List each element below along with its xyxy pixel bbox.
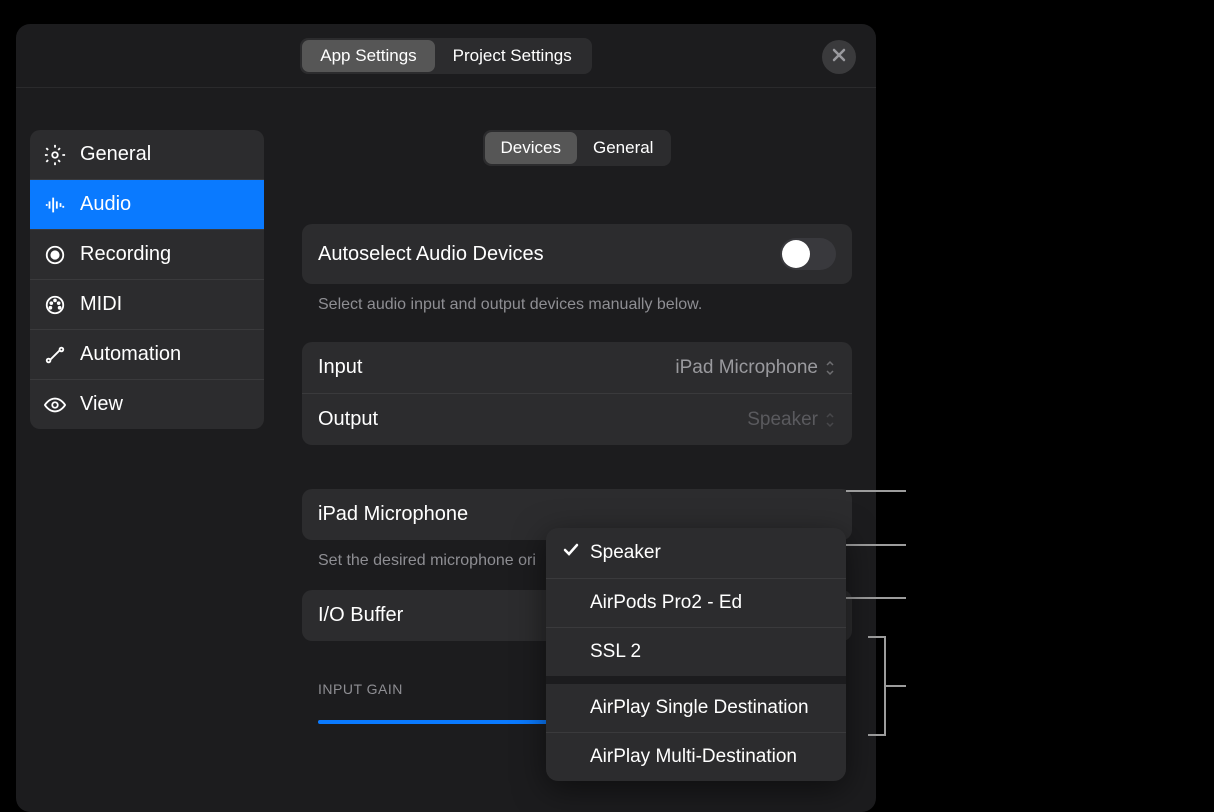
check-icon: [562, 541, 580, 565]
autoselect-label: Autoselect Audio Devices: [318, 243, 544, 266]
chevron-up-down-icon: [824, 359, 836, 377]
close-icon: [831, 47, 847, 68]
close-button[interactable]: [822, 40, 856, 74]
modal-header: App Settings Project Settings: [16, 24, 876, 88]
output-value: Speaker: [747, 409, 836, 431]
output-label: Output: [318, 408, 378, 431]
buffer-label: I/O Buffer: [318, 604, 403, 627]
record-icon: [44, 244, 66, 266]
sidebar-item-audio[interactable]: Audio: [30, 180, 264, 230]
autoselect-toggle[interactable]: [780, 238, 836, 270]
sidebar-item-automation[interactable]: Automation: [30, 330, 264, 380]
dropdown-item-label: Speaker: [590, 542, 661, 564]
callout-line: [846, 597, 906, 599]
dropdown-item-airplay-multi[interactable]: AirPlay Multi-Destination: [546, 733, 846, 781]
input-row[interactable]: Input iPad Microphone: [302, 342, 852, 394]
dropdown-item-ssl2[interactable]: SSL 2: [546, 628, 846, 676]
tab-project-settings[interactable]: Project Settings: [435, 40, 590, 72]
autoselect-description: Select audio input and output devices ma…: [302, 296, 852, 342]
settings-modal: App Settings Project Settings General: [16, 24, 876, 812]
sidebar-item-label: Recording: [80, 243, 171, 266]
automation-icon: [44, 344, 66, 366]
toggle-knob: [782, 240, 810, 268]
dropdown-item-label: AirPlay Single Destination: [590, 697, 809, 719]
autoselect-row: Autoselect Audio Devices: [302, 224, 852, 284]
chevron-up-down-icon: [824, 411, 836, 429]
eye-icon: [44, 394, 66, 416]
callout-line: [886, 685, 906, 687]
waveform-icon: [44, 194, 66, 216]
settings-content: Devices General Autoselect Audio Devices…: [278, 88, 876, 812]
tab-app-settings[interactable]: App Settings: [302, 40, 434, 72]
dropdown-item-airpods[interactable]: AirPods Pro2 - Ed: [546, 579, 846, 628]
callout-line: [846, 544, 906, 546]
sidebar-item-label: MIDI: [80, 293, 122, 316]
sidebar-item-label: Audio: [80, 193, 131, 216]
sidebar-item-midi[interactable]: MIDI: [30, 280, 264, 330]
dropdown-item-label: SSL 2: [590, 641, 641, 663]
dropdown-item-speaker[interactable]: Speaker: [546, 528, 846, 579]
settings-sidebar: General Audio Recording: [16, 88, 278, 812]
dropdown-item-airplay-single[interactable]: AirPlay Single Destination: [546, 684, 846, 733]
callout-bracket: [868, 636, 886, 736]
sidebar-item-label: Automation: [80, 343, 181, 366]
gear-icon: [44, 144, 66, 166]
mic-label: iPad Microphone: [318, 503, 468, 526]
subtab-general[interactable]: General: [577, 132, 669, 164]
sidebar-item-label: View: [80, 393, 123, 416]
dropdown-item-label: AirPods Pro2 - Ed: [590, 592, 742, 614]
subtab-devices[interactable]: Devices: [485, 132, 577, 164]
settings-scope-tabs: App Settings Project Settings: [300, 38, 591, 74]
audio-sub-tabs: Devices General: [483, 130, 672, 166]
output-dropdown: Speaker AirPods Pro2 - Ed SSL 2: [546, 528, 846, 781]
sidebar-item-label: General: [80, 143, 151, 166]
input-label: Input: [318, 356, 362, 379]
sidebar-item-general[interactable]: General: [30, 130, 264, 180]
callout-line: [846, 490, 906, 492]
dropdown-item-label: AirPlay Multi-Destination: [590, 746, 797, 768]
dropdown-divider: [546, 676, 846, 684]
input-value: iPad Microphone: [675, 357, 836, 379]
output-row[interactable]: Output Speaker: [302, 394, 852, 445]
sidebar-item-view[interactable]: View: [30, 380, 264, 429]
midi-icon: [44, 294, 66, 316]
sidebar-item-recording[interactable]: Recording: [30, 230, 264, 280]
